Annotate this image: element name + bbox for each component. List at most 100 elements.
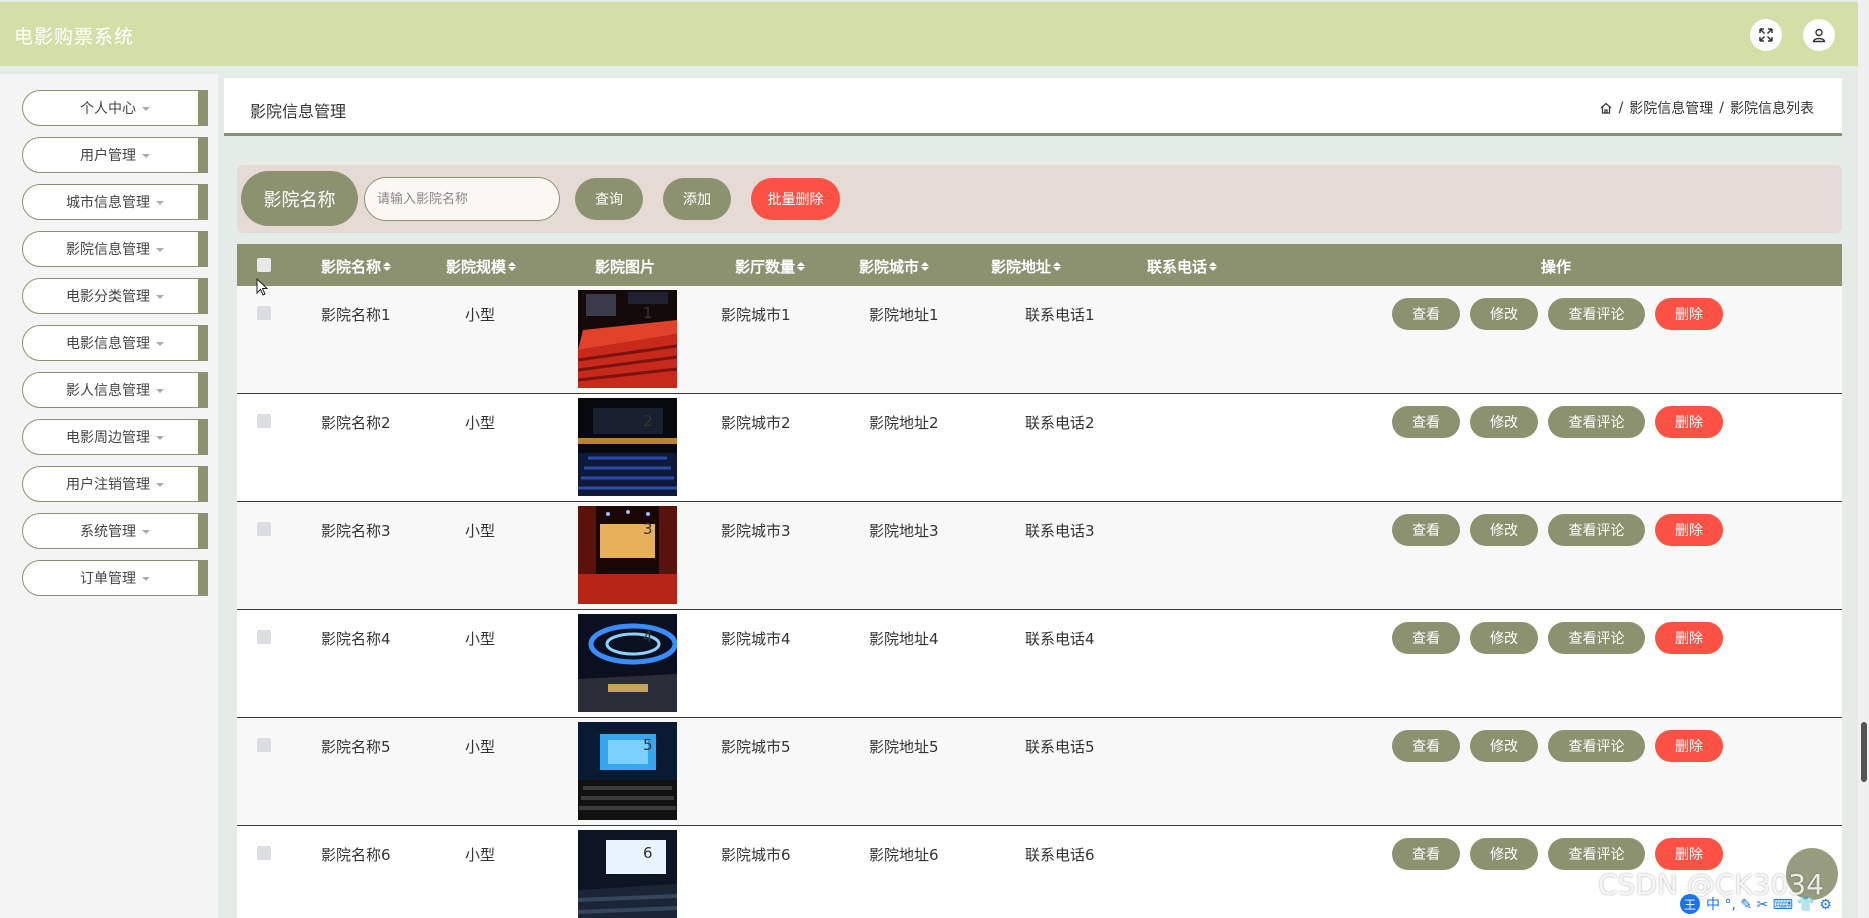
cinema-name-cell: 影院名称1	[321, 306, 391, 324]
table-row: 影院名称1 小型 1 影院城市1 影院地址1 联系电话1 查看 修改 查看评论 …	[237, 286, 1842, 394]
ime-toolbar[interactable]: 王 中 °, ✎ ✂ ⌨ 👕 ⚙	[1680, 893, 1860, 915]
column-header-phone[interactable]: 联系电话	[1147, 256, 1218, 277]
table-row: 影院名称3 小型 3 影院城市3 影院地址3 联系电话3 查看 修改 查看评论 …	[237, 502, 1842, 610]
cinema-city-cell: 影院城市6	[721, 846, 791, 864]
edit-button[interactable]: 修改	[1470, 514, 1538, 546]
cinema-scale-cell: 小型	[465, 414, 496, 432]
search-bar: 影院名称 查询 添加 批量删除	[237, 165, 1842, 233]
sidebar-item-label: 用户注销管理	[66, 477, 150, 493]
sidebar-item-label: 用户管理	[80, 148, 136, 164]
top-header: 电影购票系统	[0, 2, 1858, 66]
delete-button[interactable]: 删除	[1655, 730, 1723, 762]
view-comments-button[interactable]: 查看评论	[1548, 298, 1645, 330]
edit-button[interactable]: 修改	[1470, 406, 1538, 438]
caret-down-icon	[142, 107, 150, 111]
row-checkbox[interactable]	[257, 306, 271, 320]
sidebar-item-users[interactable]: 用户管理	[22, 137, 208, 173]
column-header-halls[interactable]: 影厅数量	[735, 256, 806, 277]
sort-icon	[1209, 262, 1218, 271]
cinema-address-cell: 影院地址3	[869, 522, 939, 540]
column-header-actions: 操作	[1541, 258, 1572, 276]
sidebar-item-city-info[interactable]: 城市信息管理	[22, 184, 208, 220]
query-button[interactable]: 查询	[575, 178, 643, 220]
sidebar-item-label: 电影分类管理	[66, 289, 150, 305]
caret-down-icon	[156, 436, 164, 440]
row-checkbox[interactable]	[257, 522, 271, 536]
sidebar-item-label: 影人信息管理	[66, 383, 150, 399]
column-header-scale[interactable]: 影院规模	[446, 256, 517, 277]
column-header-name[interactable]: 影院名称	[321, 256, 392, 277]
caret-down-icon	[156, 295, 164, 299]
edit-button[interactable]: 修改	[1470, 298, 1538, 330]
view-button[interactable]: 查看	[1392, 514, 1460, 546]
caret-down-icon	[156, 483, 164, 487]
breadcrumb-bar: 影院信息管理 / 影院信息管理 / 影院信息列表	[224, 78, 1842, 136]
sidebar-item-label: 订单管理	[80, 571, 136, 587]
view-button[interactable]: 查看	[1392, 298, 1460, 330]
cinema-name-cell: 影院名称2	[321, 414, 391, 432]
sidebar-item-personal-center[interactable]: 个人中心	[22, 90, 208, 126]
row-checkbox[interactable]	[257, 630, 271, 644]
view-button[interactable]: 查看	[1392, 622, 1460, 654]
edit-button[interactable]: 修改	[1470, 622, 1538, 654]
cinema-image	[578, 290, 677, 388]
sidebar-item-system[interactable]: 系统管理	[22, 513, 208, 549]
view-comments-button[interactable]: 查看评论	[1548, 730, 1645, 762]
view-comments-button[interactable]: 查看评论	[1548, 622, 1645, 654]
delete-button[interactable]: 删除	[1655, 406, 1723, 438]
row-checkbox[interactable]	[257, 414, 271, 428]
sidebar-item-merchandise[interactable]: 电影周边管理	[22, 419, 208, 455]
sort-icon	[508, 262, 517, 271]
home-icon[interactable]	[1599, 101, 1613, 115]
add-button[interactable]: 添加	[663, 178, 731, 220]
sidebar-item-cinema-info[interactable]: 影院信息管理	[22, 231, 208, 267]
row-checkbox[interactable]	[257, 738, 271, 752]
delete-button[interactable]: 删除	[1655, 838, 1723, 870]
mouse-cursor-icon	[256, 278, 269, 296]
hall-count-cell: 6	[643, 844, 653, 862]
column-header-address[interactable]: 影院地址	[991, 256, 1062, 277]
sidebar-item-movie-category[interactable]: 电影分类管理	[22, 278, 208, 314]
delete-button[interactable]: 删除	[1655, 514, 1723, 546]
edit-button[interactable]: 修改	[1470, 838, 1538, 870]
hall-count-cell: 3	[643, 520, 653, 538]
page-scrollbar[interactable]	[1858, 0, 1869, 918]
cinema-city-cell: 影院城市4	[721, 630, 791, 648]
sort-icon	[1053, 262, 1062, 271]
table-header: 影院名称 影院规模 影院图片 影厅数量 影院城市 影院地址 联系电话 操作	[237, 244, 1842, 286]
breadcrumb-level2: 影院信息列表	[1730, 101, 1814, 117]
cinema-address-cell: 影院地址6	[869, 846, 939, 864]
sidebar-item-movie-info[interactable]: 电影信息管理	[22, 325, 208, 361]
sidebar-item-label: 系统管理	[80, 524, 136, 540]
view-comments-button[interactable]: 查看评论	[1548, 838, 1645, 870]
sidebar-item-orders[interactable]: 订单管理	[22, 560, 208, 596]
caret-down-icon	[156, 248, 164, 252]
cinema-city-cell: 影院城市5	[721, 738, 791, 756]
select-all-checkbox[interactable]	[257, 258, 271, 272]
view-button[interactable]: 查看	[1392, 406, 1460, 438]
hall-count-cell: 4	[643, 628, 653, 646]
delete-button[interactable]: 删除	[1655, 298, 1723, 330]
cinema-image	[578, 398, 677, 496]
cinema-image	[578, 722, 677, 820]
column-header-city[interactable]: 影院城市	[859, 256, 930, 277]
row-checkbox[interactable]	[257, 846, 271, 860]
delete-button[interactable]: 删除	[1655, 622, 1723, 654]
cinema-address-cell: 影院地址4	[869, 630, 939, 648]
scrollbar-thumb[interactable]	[1861, 722, 1867, 782]
fullscreen-button[interactable]	[1750, 19, 1782, 51]
view-comments-button[interactable]: 查看评论	[1548, 514, 1645, 546]
breadcrumb-level1[interactable]: 影院信息管理	[1629, 98, 1713, 118]
user-button[interactable]	[1803, 19, 1835, 51]
sort-icon	[383, 262, 392, 271]
view-button[interactable]: 查看	[1392, 838, 1460, 870]
batch-delete-button[interactable]: 批量删除	[751, 178, 840, 220]
cinema-name-cell: 影院名称6	[321, 846, 391, 864]
sidebar-item-filmmaker-info[interactable]: 影人信息管理	[22, 372, 208, 408]
view-button[interactable]: 查看	[1392, 730, 1460, 762]
edit-button[interactable]: 修改	[1470, 730, 1538, 762]
cinema-name-search-input[interactable]	[364, 177, 560, 221]
sidebar: 个人中心 用户管理 城市信息管理 影院信息管理 电影分类管理 电影信息管理 影人…	[0, 74, 218, 918]
view-comments-button[interactable]: 查看评论	[1548, 406, 1645, 438]
sidebar-item-account-cancel[interactable]: 用户注销管理	[22, 466, 208, 502]
